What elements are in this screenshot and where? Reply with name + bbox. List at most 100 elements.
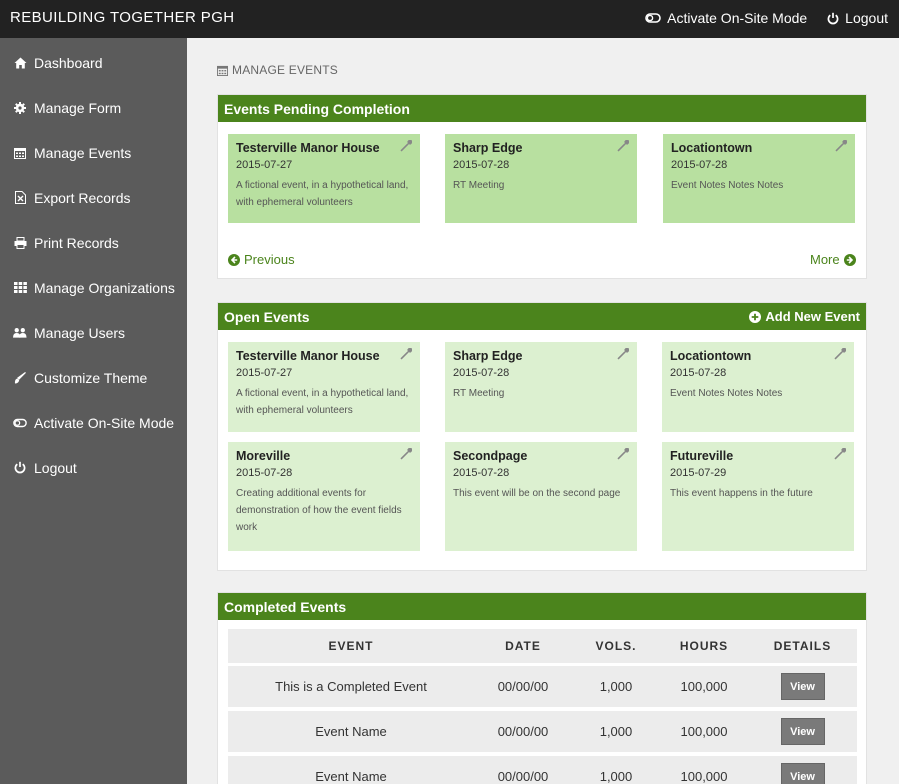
- event-description: A fictional event, in a hypothetical lan…: [236, 180, 409, 208]
- event-title: Futureville: [670, 449, 734, 463]
- view-button[interactable]: View: [780, 763, 825, 784]
- event-title: Secondpage: [453, 449, 528, 463]
- column-header-event: EVENT: [328, 639, 374, 653]
- table-header: EVENT DATE VOLS. HOURS DETAILS: [228, 629, 857, 663]
- event-description: Event Notes Notes Notes: [671, 180, 784, 191]
- date-cell: 00/00/00: [497, 769, 549, 784]
- brush-icon: [13, 371, 27, 384]
- completed-events-panel: Completed Events EVENT DATE VOLS. HOURS …: [217, 592, 867, 784]
- activate-onsite-label: Activate On-Site Mode: [667, 10, 808, 26]
- open-event-card[interactable]: Futureville 2015-07-29 This event happen…: [662, 442, 854, 551]
- wrench-icon[interactable]: [617, 140, 629, 152]
- gear-icon: [13, 101, 27, 114]
- breadcrumb: MANAGE EVENTS: [217, 63, 338, 77]
- completed-panel-title: Completed Events: [224, 598, 347, 615]
- breadcrumb-label: MANAGE EVENTS: [232, 63, 338, 77]
- table-row: Event Name 00/00/00 1,000 100,000 View: [228, 756, 857, 784]
- main-content: MANAGE EVENTS Events Pending Completion …: [187, 38, 899, 784]
- sidebar-item-export-records[interactable]: Export Records: [0, 175, 187, 220]
- calendar-icon: [217, 65, 228, 76]
- wrench-icon[interactable]: [834, 348, 846, 360]
- pending-panel-header: Events Pending Completion: [218, 95, 866, 122]
- logout-button[interactable]: Logout: [827, 10, 888, 26]
- pending-events-panel: Events Pending Completion Testerville Ma…: [217, 94, 867, 279]
- arrow-left-circle-icon: [228, 253, 240, 266]
- event-description: Event Notes Notes Notes: [670, 388, 783, 399]
- event-description: RT Meeting: [453, 180, 505, 191]
- pending-event-card[interactable]: Sharp Edge 2015-07-28 RT Meeting: [445, 134, 637, 223]
- add-new-event-label: Add New Event: [765, 309, 860, 324]
- sidebar-item-manage-organizations[interactable]: Manage Organizations: [0, 265, 187, 310]
- sidebar-item-label: Activate On-Site Mode: [34, 414, 175, 431]
- pending-event-card[interactable]: Testerville Manor House 2015-07-27 A fic…: [228, 134, 420, 223]
- sidebar-item-logout[interactable]: Logout: [0, 445, 187, 490]
- details-cell: View: [748, 711, 857, 752]
- sidebar-item-dashboard[interactable]: Dashboard: [0, 40, 187, 85]
- open-events-panel: Open Events Add New Event Testerville Ma…: [217, 302, 867, 571]
- wrench-icon[interactable]: [835, 140, 847, 152]
- column-header-vols: VOLS.: [595, 639, 637, 653]
- date-cell: 00/00/00: [497, 724, 549, 739]
- sidebar-item-manage-users[interactable]: Manage Users: [0, 310, 187, 355]
- vols-cell: 1,000: [599, 724, 633, 739]
- wrench-icon[interactable]: [400, 348, 412, 360]
- brand-title[interactable]: REBUILDING TOGETHER PGH: [10, 0, 235, 35]
- calendar-icon: [13, 147, 27, 159]
- sidebar-item-manage-events[interactable]: Manage Events: [0, 130, 187, 175]
- wrench-icon[interactable]: [400, 448, 412, 460]
- pending-event-card[interactable]: Locationtown 2015-07-28 Event Notes Note…: [663, 134, 855, 223]
- previous-link[interactable]: Previous: [228, 252, 295, 267]
- grid-icon: [13, 282, 27, 293]
- plus-circle-icon: [749, 310, 762, 323]
- wrench-icon[interactable]: [617, 448, 629, 460]
- open-event-card[interactable]: Sharp Edge 2015-07-28 RT Meeting: [445, 342, 637, 432]
- view-button[interactable]: View: [780, 718, 825, 745]
- sidebar-item-label: Logout: [34, 459, 77, 476]
- vols-cell: 1,000: [599, 769, 633, 784]
- sidebar-item-customize-theme[interactable]: Customize Theme: [0, 355, 187, 400]
- sidebar-item-activate-onsite[interactable]: Activate On-Site Mode: [0, 400, 187, 445]
- view-button[interactable]: View: [780, 673, 825, 700]
- export-file-icon: [13, 191, 27, 204]
- sidebar-item-print-records[interactable]: Print Records: [0, 220, 187, 265]
- sidebar-item-label: Manage Form: [34, 99, 122, 116]
- more-label: More: [810, 252, 840, 267]
- open-event-card[interactable]: Moreville 2015-07-28 Creating additional…: [228, 442, 420, 551]
- sidebar-item-label: Manage Users: [34, 324, 126, 341]
- users-icon: [13, 327, 27, 339]
- sidebar-item-label: Print Records: [34, 234, 119, 251]
- printer-icon: [13, 236, 27, 249]
- power-icon: [13, 461, 27, 474]
- add-new-event-button[interactable]: Add New Event: [749, 309, 860, 324]
- wrench-icon[interactable]: [617, 348, 629, 360]
- event-title: Testerville Manor House: [236, 141, 380, 155]
- event-date: 2015-07-29: [670, 467, 727, 479]
- details-cell: View: [748, 756, 857, 784]
- sidebar-item-label: Export Records: [34, 189, 131, 206]
- event-date: 2015-07-28: [453, 159, 510, 171]
- activate-onsite-button[interactable]: Activate On-Site Mode: [645, 10, 807, 26]
- open-event-card[interactable]: Locationtown 2015-07-28 Event Notes Note…: [662, 342, 854, 432]
- open-event-card[interactable]: Secondpage 2015-07-28 This event will be…: [445, 442, 637, 551]
- event-date: 2015-07-28: [670, 367, 727, 379]
- logout-label: Logout: [845, 10, 888, 26]
- power-icon: [827, 12, 839, 24]
- arrow-right-circle-icon: [843, 253, 856, 266]
- event-name-cell: Event Name: [315, 769, 387, 784]
- event-name-cell: This is a Completed Event: [275, 679, 427, 694]
- top-actions: Activate On-Site Mode Logout: [645, 0, 888, 36]
- toggle-icon: [645, 13, 661, 23]
- sidebar-item-manage-form[interactable]: Manage Form: [0, 85, 187, 130]
- event-name-cell: Event Name: [315, 724, 387, 739]
- event-date: 2015-07-28: [453, 467, 510, 479]
- details-cell: View: [748, 666, 857, 707]
- wrench-icon[interactable]: [834, 448, 846, 460]
- home-icon: [13, 57, 27, 69]
- open-event-card[interactable]: Testerville Manor House 2015-07-27 A fic…: [228, 342, 420, 432]
- wrench-icon[interactable]: [400, 140, 412, 152]
- more-link[interactable]: More: [810, 252, 856, 267]
- event-date: 2015-07-27: [236, 159, 293, 171]
- event-title: Moreville: [236, 449, 291, 463]
- event-title: Sharp Edge: [453, 141, 523, 155]
- open-panel-header: Open Events Add New Event: [218, 303, 866, 330]
